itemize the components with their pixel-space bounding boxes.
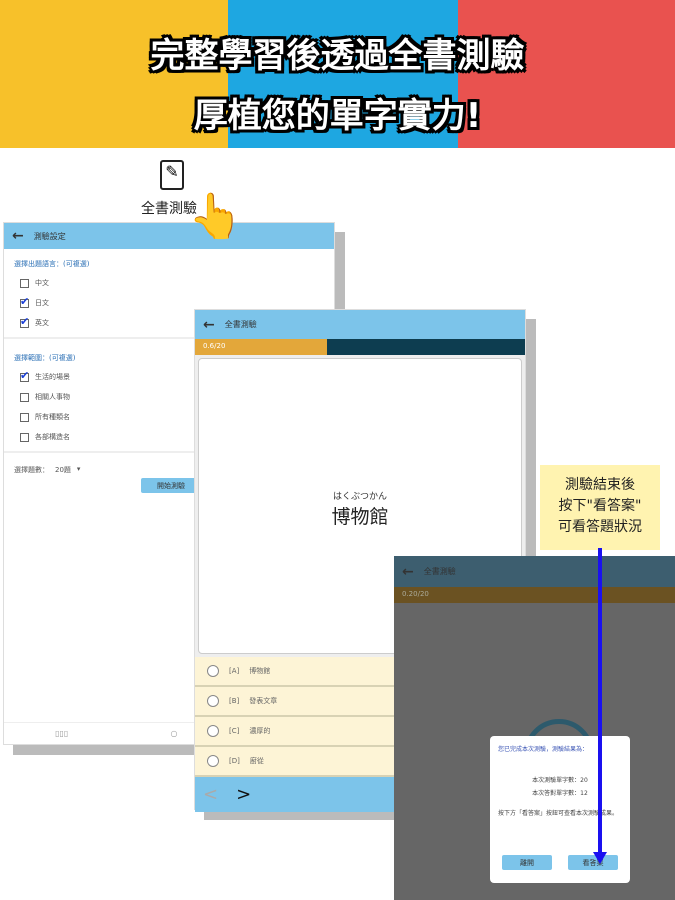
furigana: はくぶつかん [332, 492, 387, 502]
note-line: 可看答題狀況 [558, 519, 642, 535]
option-key: [A] [229, 667, 240, 675]
option-text: 發表文章 [249, 697, 278, 705]
option-text: 濃厚的 [249, 727, 271, 735]
checkbox-label: 所有種類名 [35, 413, 70, 421]
checkbox-label: 相關人事物 [35, 393, 70, 401]
arrow-head-icon [593, 852, 607, 864]
option-text: 廚從 [249, 757, 264, 765]
option-key: [D] [229, 757, 240, 765]
banner-title-line2: 厚植您的單字實力! [193, 96, 482, 136]
lang-label: 選擇出題語言：(可複選) [14, 260, 90, 268]
total-count: 本次測驗單字數：20 [532, 777, 588, 784]
checkbox-label: 日文 [35, 299, 49, 307]
start-test-button[interactable]: 開始測驗 [141, 478, 201, 493]
pointing-hand-icon: 👆 [188, 191, 243, 242]
close-button[interactable]: 離開 [502, 855, 552, 870]
edit-note-icon: ✎ [160, 160, 184, 190]
checkbox-label: 各部構造名 [35, 433, 70, 441]
quiz-title: 全書測驗 [224, 320, 257, 329]
checkbox-label: 中文 [35, 279, 49, 287]
banner-title-line1: 完整學習後透過全書測驗 [150, 36, 525, 76]
option-text: 博物館 [249, 667, 271, 675]
progress-text: 0.20/20 [394, 587, 675, 603]
progress-bar: 0.6/20 [195, 339, 525, 355]
correct-count: 本次答對單字數：12 [532, 790, 588, 797]
option-key: [C] [229, 727, 240, 735]
checkbox-chinese[interactable]: 中文 [4, 273, 334, 293]
quiz-word: 博物館 [331, 506, 389, 528]
result-screen: ← 全書測驗 0.20/20 您已完成本次測驗，測驗結果為： 本次測驗單字數：20… [394, 556, 675, 900]
progress-text: 0.6/20 [203, 342, 226, 350]
next-arrow-icon[interactable]: > [236, 784, 251, 805]
result-dialog: 您已完成本次測驗，測驗結果為： 本次測驗單字數：20 本次答對單字數：12 按下… [490, 736, 630, 883]
checkbox-label: 生活的場景 [35, 373, 70, 381]
back-arrow-icon[interactable]: ← [203, 317, 215, 333]
settings-title: 測驗設定 [33, 231, 66, 241]
option-key: [B] [229, 697, 240, 705]
checkbox-label: 英文 [35, 319, 49, 327]
count-select[interactable]: 20題 [55, 465, 71, 475]
result-title: 全書測驗 [423, 567, 456, 576]
count-label: 選擇題數： [14, 466, 49, 474]
dialog-hint: 按下方「看答案」按鈕可查看本次測驗成果。 [498, 810, 619, 817]
note-line: 按下"看答案" [558, 498, 642, 514]
dialog-title: 您已完成本次測驗，測驗結果為： [498, 746, 589, 753]
prev-arrow-icon[interactable]: < [203, 784, 218, 805]
back-arrow-icon[interactable]: ← [12, 228, 24, 244]
pointer-arrow [598, 548, 602, 858]
note-line: 測驗結束後 [565, 477, 635, 493]
back-arrow-icon[interactable]: ← [402, 564, 414, 580]
tip-note: 測驗結束後 按下"看答案" 可看答題狀況 [540, 465, 660, 550]
